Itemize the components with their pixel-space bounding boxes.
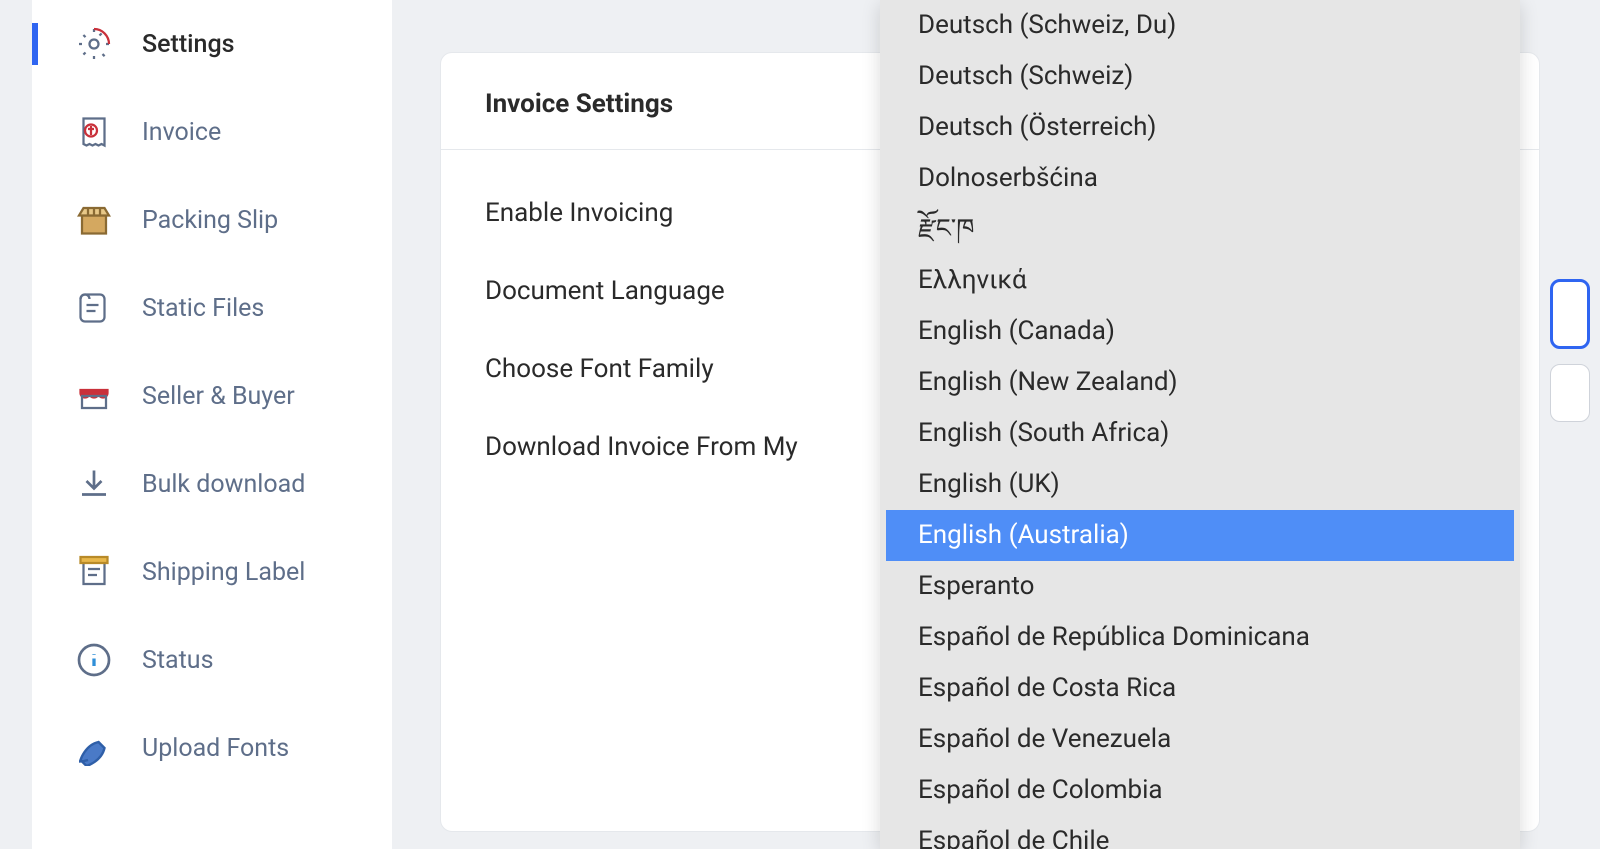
- label-icon: [72, 550, 116, 594]
- box-icon: [72, 198, 116, 242]
- sidebar-item-label: Seller & Buyer: [142, 382, 295, 411]
- setting-label: Document Language: [485, 276, 725, 306]
- sidebar-item-bulk-download[interactable]: Bulk download: [32, 440, 392, 528]
- sidebar-item-label: Bulk download: [142, 470, 305, 499]
- select-field-outline[interactable]: [1550, 279, 1590, 349]
- language-option[interactable]: Deutsch (Österreich): [880, 102, 1520, 153]
- sidebar-item-label: Upload Fonts: [142, 734, 289, 763]
- language-option[interactable]: English (South Africa): [880, 408, 1520, 459]
- sidebar-item-upload-fonts[interactable]: Upload Fonts: [32, 704, 392, 792]
- sidebar-item-label: Static Files: [142, 294, 264, 323]
- download-icon: [72, 462, 116, 506]
- store-icon: [72, 374, 116, 418]
- sidebar-item-settings[interactable]: Settings: [32, 0, 392, 88]
- language-option[interactable]: Español de Costa Rica: [880, 663, 1520, 714]
- language-option[interactable]: Español de Chile: [880, 816, 1520, 849]
- gear-icon: [72, 22, 116, 66]
- setting-label: Download Invoice From My: [485, 432, 798, 462]
- language-option[interactable]: English (UK): [880, 459, 1520, 510]
- language-option[interactable]: Deutsch (Schweiz, Du): [880, 0, 1520, 51]
- info-icon: [72, 638, 116, 682]
- language-option[interactable]: English (Australia): [886, 510, 1514, 561]
- scroll-icon: [72, 286, 116, 330]
- language-option[interactable]: Ελληνικά: [880, 255, 1520, 306]
- select-field-outline-secondary[interactable]: [1550, 364, 1590, 422]
- sidebar-item-static-files[interactable]: Static Files: [32, 264, 392, 352]
- sidebar-item-packing-slip[interactable]: Packing Slip: [32, 176, 392, 264]
- pen-icon: [72, 726, 116, 770]
- setting-label: Enable Invoicing: [485, 198, 673, 228]
- language-option[interactable]: རྫོང་ཁ: [880, 204, 1520, 255]
- language-option[interactable]: Español de Colombia: [880, 765, 1520, 816]
- language-option[interactable]: Esperanto: [880, 561, 1520, 612]
- setting-label: Choose Font Family: [485, 354, 714, 384]
- sidebar-item-shipping-label[interactable]: Shipping Label: [32, 528, 392, 616]
- sidebar-item-label: Packing Slip: [142, 206, 278, 235]
- sidebar-item-seller-buyer[interactable]: Seller & Buyer: [32, 352, 392, 440]
- language-dropdown[interactable]: Deutsch (Schweiz, Du)Deutsch (Schweiz)De…: [880, 0, 1520, 849]
- sidebar: Settings Invoice Packing Slip: [32, 0, 392, 849]
- sidebar-item-label: Settings: [142, 30, 235, 59]
- sidebar-item-invoice[interactable]: Invoice: [32, 88, 392, 176]
- language-option[interactable]: Deutsch (Schweiz): [880, 51, 1520, 102]
- invoice-icon: [72, 110, 116, 154]
- language-option[interactable]: English (Canada): [880, 306, 1520, 357]
- language-option[interactable]: English (New Zealand): [880, 357, 1520, 408]
- language-option[interactable]: Español de República Dominicana: [880, 612, 1520, 663]
- sidebar-item-label: Invoice: [142, 118, 221, 147]
- right-edge: [1542, 0, 1600, 849]
- language-option[interactable]: Dolnoserbšćina: [880, 153, 1520, 204]
- language-option[interactable]: Español de Venezuela: [880, 714, 1520, 765]
- sidebar-item-label: Status: [142, 646, 213, 675]
- sidebar-item-status[interactable]: Status: [32, 616, 392, 704]
- sidebar-item-label: Shipping Label: [142, 558, 305, 587]
